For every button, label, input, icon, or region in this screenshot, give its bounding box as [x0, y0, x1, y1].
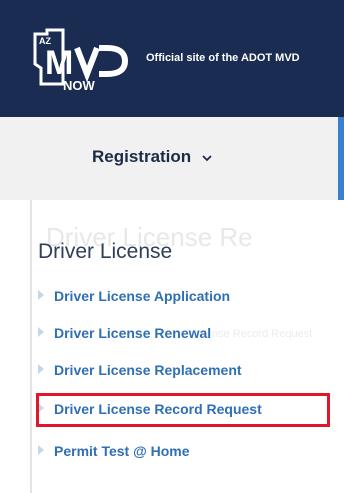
svg-text:M: M	[45, 44, 73, 82]
menu-item-permit-test-at-home[interactable]: Permit Test @ Home	[38, 443, 190, 459]
site-header: AZ M NOW Official site of the ADOT MVD	[0, 0, 344, 117]
svg-text:NOW: NOW	[63, 78, 96, 92]
mvd-now-logo[interactable]: AZ M NOW	[33, 28, 133, 92]
main-nav: Registration	[0, 117, 344, 200]
nav-accent-bar	[338, 117, 344, 200]
caret-right-icon	[38, 290, 44, 300]
highlight-annotation-box	[36, 393, 330, 427]
background-page-subtitle: nse Record Request	[212, 328, 313, 340]
caret-right-icon	[38, 327, 44, 337]
menu-item-driver-license-application[interactable]: Driver License Application	[38, 288, 230, 304]
section-title-driver-license: Driver License	[38, 240, 173, 263]
registration-dropdown: Driver License Re nse Record Request Dri…	[30, 200, 344, 493]
nav-registration-label: Registration	[92, 147, 192, 166]
nav-registration-menu[interactable]: Registration	[92, 147, 212, 167]
chevron-down-icon	[202, 154, 212, 161]
caret-right-icon	[38, 445, 44, 455]
header-tagline: Official site of the ADOT MVD	[146, 52, 300, 64]
menu-item-driver-license-replacement[interactable]: Driver License Replacement	[38, 362, 242, 378]
menu-item-driver-license-renewal[interactable]: Driver License Renewal	[38, 325, 211, 341]
caret-right-icon	[38, 364, 44, 374]
